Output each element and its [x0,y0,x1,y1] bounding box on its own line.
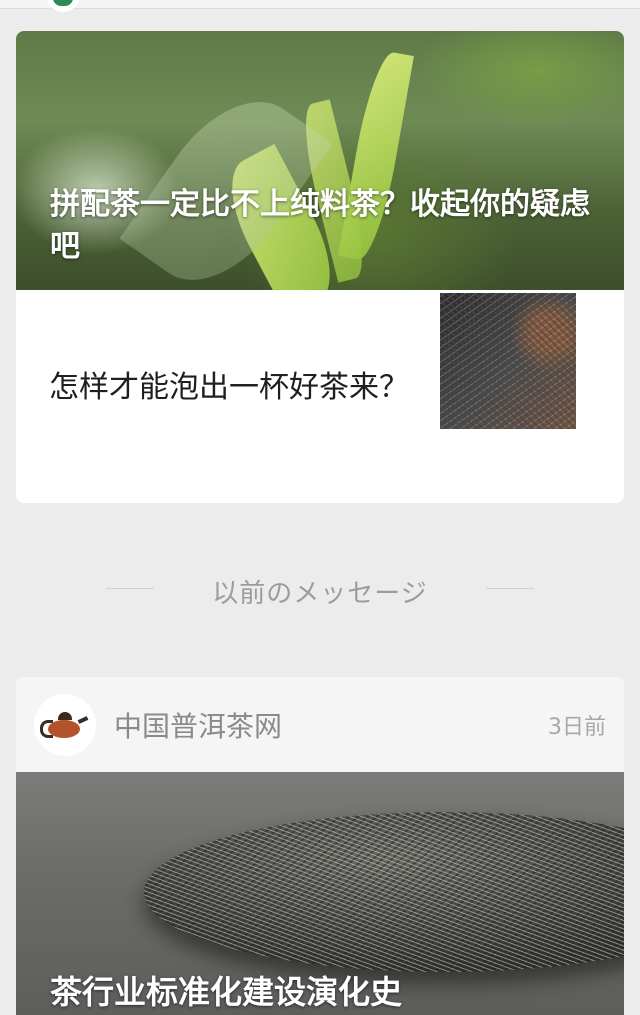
divider-line-right [486,588,534,589]
account-name[interactable]: 中国普洱茶网 [114,705,282,745]
top-article-title[interactable]: 拼配茶一定比不上纯料茶？收起你的疑虑吧 [50,184,600,268]
tea-cake-image [144,812,624,972]
article-group-card[interactable]: 拼配茶一定比不上纯料茶？收起你的疑虑吧 怎样才能泡出一杯好茶来？ [16,31,624,503]
article-cover-title[interactable]: 茶行业标准化建设演化史 [50,967,402,1013]
account-message-card[interactable]: 中国普洱茶网 3日前 茶行业标准化建设演化史 [16,677,624,1015]
history-divider-label: 以前のメッセージ [212,579,428,609]
account-header[interactable]: 中国普洱茶网 3日前 [16,677,624,772]
teapot-logo-icon[interactable] [34,694,96,756]
article-title[interactable]: 怎样才能泡出一杯好茶来？ [49,366,439,410]
history-divider: 以前のメッセージ [0,565,640,611]
tea-account-logo-icon [46,0,80,12]
article-thumbnail[interactable] [440,293,576,429]
top-article-cover[interactable]: 拼配茶一定比不上纯料茶？收起你的疑虑吧 [16,31,624,290]
article-cover-image[interactable]: 茶行业标准化建设演化史 [16,772,624,1015]
top-bar [0,0,640,12]
message-timestamp: 3日前 [548,715,606,740]
